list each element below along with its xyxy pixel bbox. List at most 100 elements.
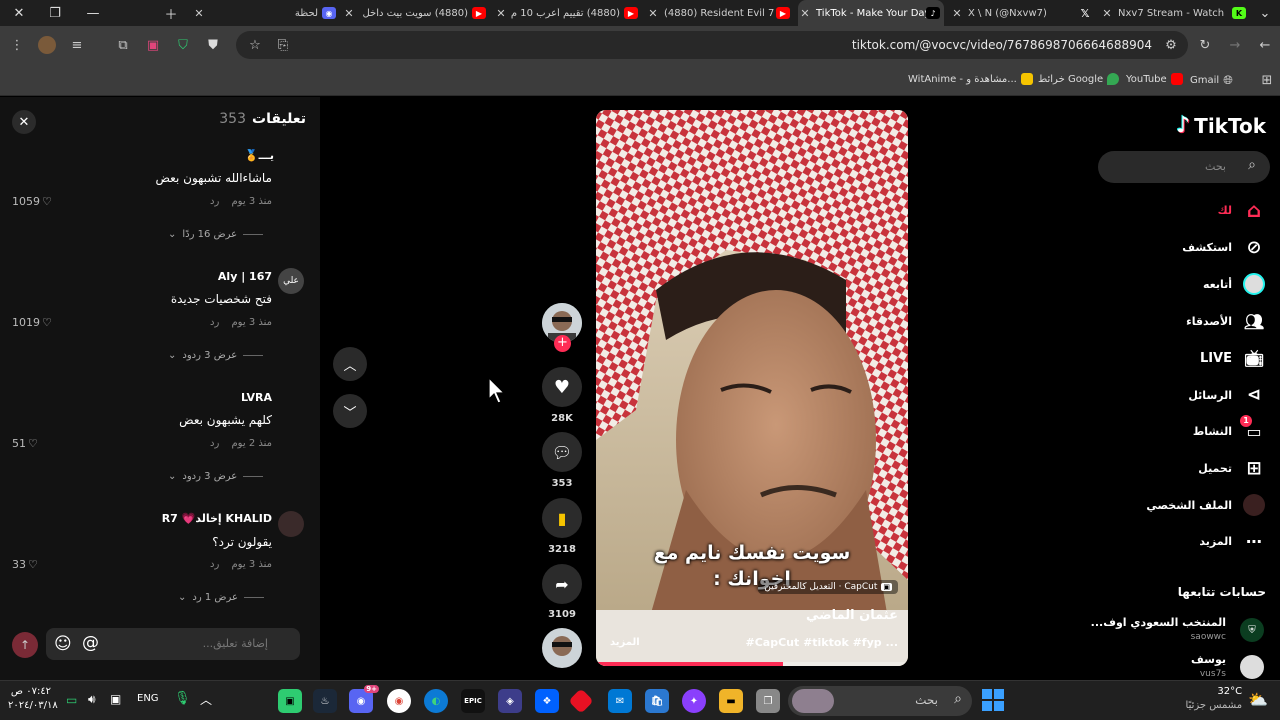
apps-grid-icon[interactable]: ⊞ [1258,71,1276,89]
windows-start-icon[interactable] [982,689,1004,711]
tab-1[interactable]: ✕ لحظة ◉ [192,0,340,26]
nav-following[interactable]: أتابعه [1203,272,1266,296]
tab-search-icon[interactable]: ⌄ [1250,0,1280,26]
video-player[interactable]: سويت نفسك نايم مع اخوانك : ▣ CapCut · ال… [596,110,908,666]
more-button[interactable]: المزيد [610,637,640,648]
clock[interactable]: ٠٧:٤٢ ص ٢٠٢٤/٠٣/١٨ [8,685,58,713]
tab-tiktok-active[interactable]: ✕ TikTok - Make Your Day ♪ [798,0,944,26]
close-icon[interactable]: ✕ [950,7,964,20]
emoji-icon[interactable]: ☺ [54,634,72,654]
close-icon[interactable]: ✕ [646,7,660,20]
reload-icon[interactable]: ↻ [1196,36,1214,54]
install-app-icon[interactable]: ⎘ [274,36,292,54]
chrome-icon[interactable]: ◉ [387,689,411,713]
avatar[interactable]: علي [278,268,304,294]
steam-icon[interactable]: ♨ [313,689,337,713]
back-icon[interactable]: ← [1256,36,1274,54]
microphone-icon[interactable]: 🎙︎ [174,691,191,706]
tab-7[interactable]: ✕ Nxv7 Stream - Watch K [1100,0,1250,26]
tray-chevron-up-icon[interactable]: ︿ [200,691,212,708]
comment-like-button[interactable]: 33 ♡ [12,558,38,571]
copilot-icon[interactable]: ✦ [682,689,706,713]
nav-live[interactable]: 📺︎ LIVE [1200,346,1266,370]
mention-icon[interactable]: @ [82,633,99,653]
comment-like-button[interactable]: 1059 ♡ [12,195,52,208]
comment-input[interactable]: ☺ @ إضافة تعليق... [46,628,300,660]
nav-activity[interactable]: ▭ 1 النشاط [1193,415,1266,443]
volume-icon[interactable]: 🔊︎ [88,692,96,707]
save-button[interactable]: ▮ [542,498,582,538]
account-name[interactable]: يوسف [1191,653,1226,666]
next-video-button[interactable]: ﹀ [333,394,367,428]
view-replies-button[interactable]: عرض 16 ردًا ⌄ [168,229,264,240]
tab-3[interactable]: ✕ (4880) تقييم أعرب 10 م ▶ [494,0,642,26]
like-button[interactable]: ♥ [542,367,582,407]
bookmark-google-maps[interactable]: خرائط Google [1038,73,1120,85]
file-explorer-icon[interactable]: ▬ [719,689,743,713]
adblock-icon[interactable]: ⛊ [204,36,222,54]
bookmark-gmail[interactable]: Gmail 🌐︎ [1190,73,1233,88]
shield-icon[interactable]: ⛉ [174,36,192,54]
comment-author[interactable]: R7 💗إخالد KHALID [162,512,272,525]
close-comments-button[interactable]: ✕ [12,110,36,134]
nav-more[interactable]: ⋯ المزيد [1199,529,1266,553]
address-bar[interactable]: ☆ ⎘ tiktok.com/@vocvc/video/767869870666… [236,31,1188,59]
video-author[interactable]: عثمان الماضي [806,608,898,623]
profile-avatar[interactable] [38,36,56,54]
battery-icon[interactable]: ▭ [66,693,77,707]
close-icon[interactable]: ✕ [798,7,812,20]
nav-for-you[interactable]: ⌂ لك [1218,198,1266,222]
tab-4[interactable]: ✕ (4880) Resident Evil 7 ▶ [646,0,794,26]
search-icon[interactable]: ⌕ [1248,157,1256,173]
site-info-icon[interactable]: ⚙ [1162,36,1180,54]
share-button[interactable]: ➦ [542,564,582,604]
discord-icon[interactable]: ◉ 9+ [349,685,379,713]
video-progress-bar[interactable] [596,662,908,666]
outlook-icon[interactable]: ✉ [608,689,632,713]
reply-button[interactable]: رد [210,559,219,570]
comments-button[interactable]: 💬︎ [542,432,582,472]
language-indicator[interactable]: ENG [137,693,159,704]
previous-video-button[interactable]: ︿ [333,347,367,381]
app-icon[interactable]: ◈ [498,689,522,713]
comment-like-button[interactable]: 51 ♡ [12,437,38,450]
extensions-icon[interactable]: ⧉ [114,36,132,54]
taskbar-search[interactable]: بحث ⌕ [788,686,972,716]
view-replies-button[interactable]: عرض 1 رد ⌄ [178,592,264,603]
app-diamond-icon[interactable] [568,688,594,714]
window-restore-icon[interactable]: ❐ [36,0,74,26]
window-close-icon[interactable]: ✕ [0,0,38,26]
comment-author[interactable]: LVRA [241,391,272,404]
comment-author[interactable]: يـــ🏅 [245,149,274,162]
view-replies-button[interactable]: عرض 3 ردود ⌄ [168,471,264,482]
bookmark-witanime[interactable]: WitAnime - مشاهدة و... [908,73,1033,85]
close-icon[interactable]: ✕ [494,7,508,20]
nav-explore[interactable]: ⊘ استكشف [1182,235,1266,259]
network-icon[interactable]: ▣ [110,692,121,706]
follow-plus-button[interactable]: + [554,335,571,352]
window-minimize-icon[interactable]: — [74,0,112,26]
store-icon[interactable]: 🛍︎ [645,689,669,713]
menu-kebab-icon[interactable]: ⋮ [8,36,26,54]
new-tab-icon[interactable]: ＋ [152,0,190,26]
reply-button[interactable]: رد [210,196,219,207]
search-input[interactable]: ⌕ بحث [1098,151,1270,183]
account-avatar[interactable] [1240,655,1264,679]
extension-icon[interactable]: ▣ [144,36,162,54]
forward-icon[interactable]: → [1226,36,1244,54]
tab-2[interactable]: ✕ (4880) سويت بيت داخل ▶ [342,0,490,26]
account-avatar[interactable]: ⛨ [1240,618,1264,642]
media-control-icon[interactable]: ≡ [68,36,86,54]
avatar[interactable] [278,511,304,537]
close-icon[interactable]: ✕ [192,7,206,20]
video-hashtags[interactable]: #CapCut #tiktok #fyp ... [745,636,898,649]
reply-button[interactable]: رد [210,317,219,328]
taskbar-app-icon[interactable]: ▣ [278,689,302,713]
nav-messages[interactable]: ⊳ الرسائل [1188,383,1266,407]
dropbox-icon[interactable]: ❖ [535,689,559,713]
nav-upload[interactable]: ⊞ تحميل [1198,456,1266,480]
post-comment-button[interactable]: ↑ [12,632,38,658]
weather-widget[interactable]: ⛅ 32°C مشمس جزئيًا [1186,685,1268,713]
account-name[interactable]: المنتخب السعودي اوف... [1091,616,1226,629]
comment-like-button[interactable]: 1019 ♡ [12,316,52,329]
